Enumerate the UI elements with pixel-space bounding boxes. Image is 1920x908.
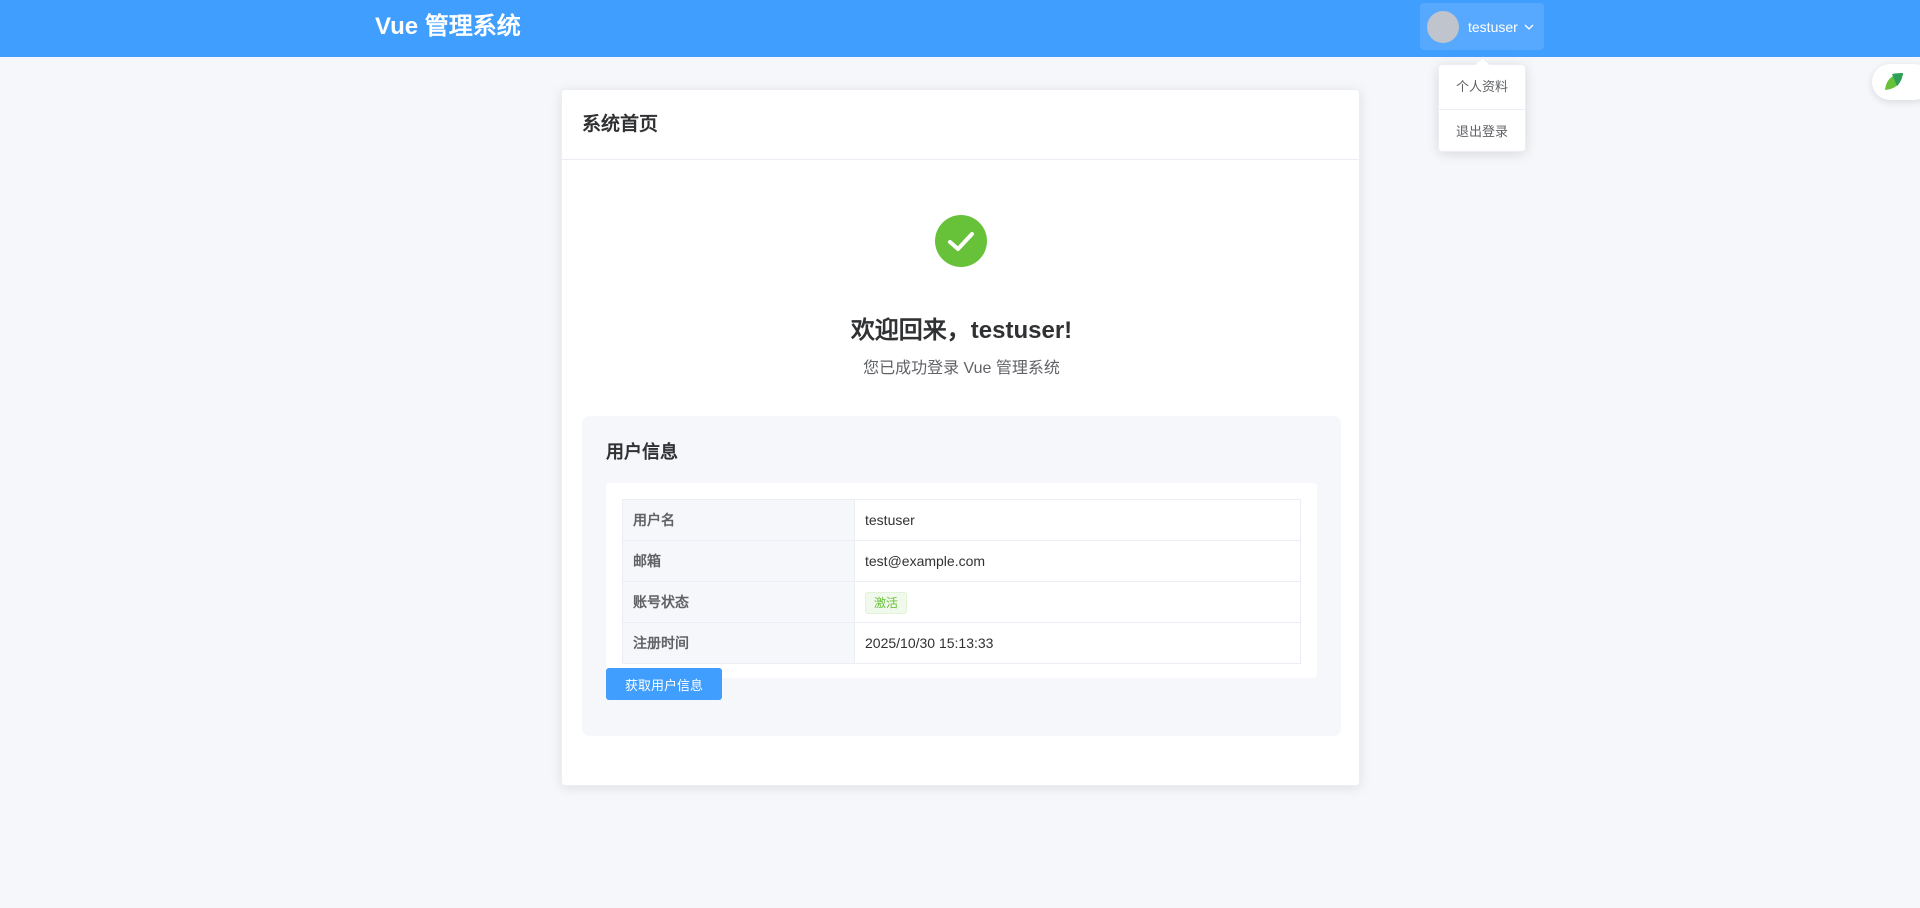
app-title: Vue 管理系统 — [375, 13, 521, 40]
welcome-heading: 欢迎回来，testuser! — [850, 317, 1073, 344]
leaf-icon[interactable] — [1882, 70, 1906, 94]
user-dropdown-menu: 个人资料 退出登录 — [1438, 64, 1526, 152]
table-row: 用户名 testuser — [622, 499, 1301, 541]
table-row: 邮箱 test@example.com — [622, 540, 1301, 582]
user-info-table-wrapper: 用户名 testuser 邮箱 test@example.com 账号状态 激活… — [606, 483, 1317, 678]
user-info-table: 用户名 testuser 邮箱 test@example.com 账号状态 激活… — [622, 499, 1301, 664]
table-row: 注册时间 2025/10/30 15:13:33 — [622, 622, 1301, 664]
chevron-down-icon[interactable] — [1523, 21, 1535, 33]
row-value: testuser — [854, 499, 1301, 541]
side-float-button[interactable] — [1872, 64, 1920, 100]
user-info-panel: 用户信息 用户名 testuser 邮箱 test@example.com 账号… — [582, 416, 1341, 736]
row-label: 用户名 — [622, 499, 855, 541]
row-label: 账号状态 — [622, 581, 855, 623]
header-user-name[interactable]: testuser — [1468, 19, 1518, 35]
row-value: test@example.com — [854, 540, 1301, 582]
menu-item-logout[interactable]: 退出登录 — [1439, 109, 1525, 153]
check-circle-icon — [935, 215, 987, 267]
top-header: Vue 管理系统 testuser — [0, 0, 1920, 57]
avatar[interactable] — [1427, 10, 1459, 43]
fetch-user-info-button[interactable]: 获取用户信息 — [606, 668, 722, 700]
row-value-cell: 激活 — [854, 581, 1301, 623]
row-label: 邮箱 — [622, 540, 855, 582]
home-card: 系统首页 欢迎回来，testuser! 您已成功登录 Vue 管理系统 用户信息… — [561, 89, 1360, 786]
row-label: 注册时间 — [622, 622, 855, 664]
row-value: 2025/10/30 15:13:33 — [854, 622, 1301, 664]
welcome-subtitle: 您已成功登录 Vue 管理系统 — [863, 360, 1060, 377]
user-menu-trigger[interactable]: testuser — [1420, 3, 1544, 50]
user-info-title: 用户信息 — [606, 442, 678, 462]
status-badge: 激活 — [865, 592, 908, 615]
card-title: 系统首页 — [562, 90, 1359, 160]
table-row: 账号状态 激活 — [622, 581, 1301, 623]
menu-item-profile[interactable]: 个人资料 — [1439, 65, 1525, 109]
